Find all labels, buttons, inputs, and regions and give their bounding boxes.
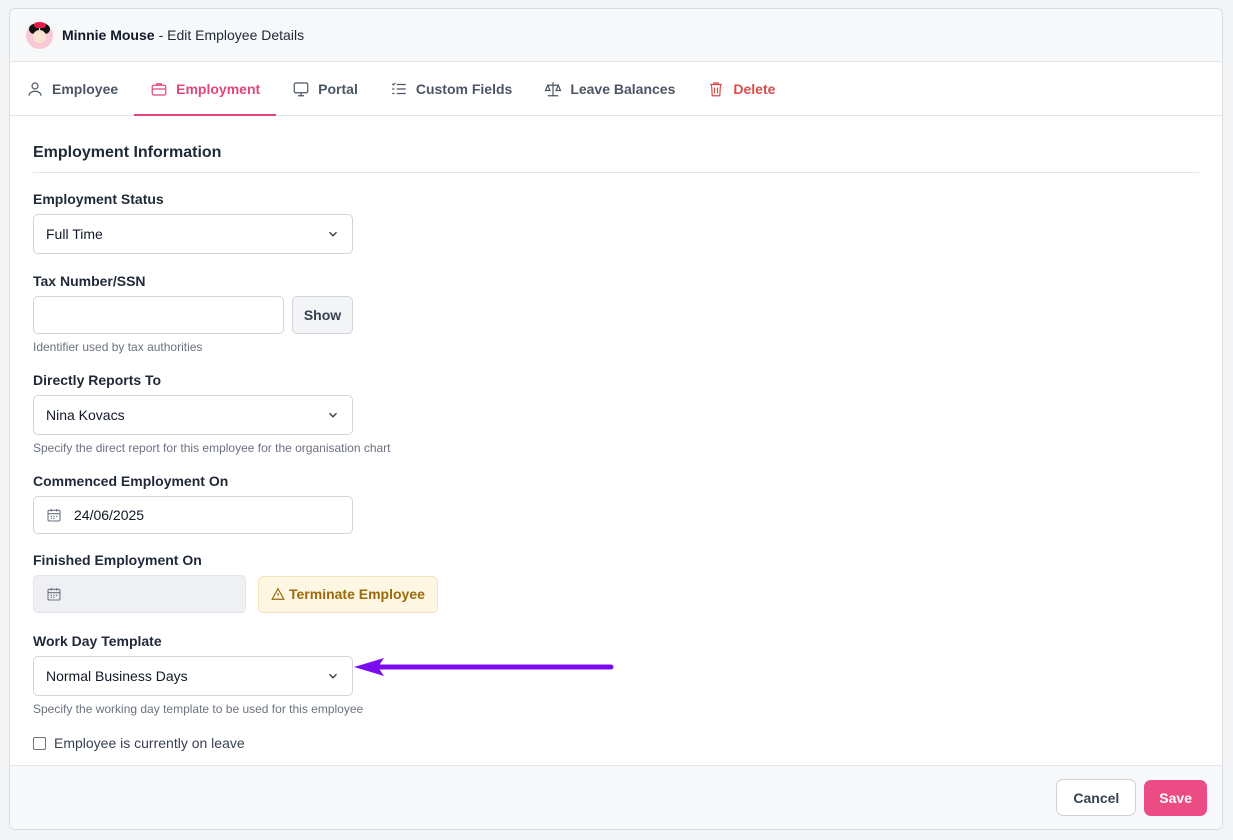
- terminate-employee-button[interactable]: Terminate Employee: [258, 575, 438, 613]
- work-day-template-label: Work Day Template: [33, 633, 162, 649]
- panel-footer: Cancel Save: [10, 765, 1222, 829]
- tab-label: Delete: [733, 80, 776, 97]
- tab-label: Employment: [176, 80, 261, 97]
- briefcase-icon: [151, 82, 167, 96]
- show-tax-number-button[interactable]: Show: [292, 296, 353, 334]
- trash-icon: [710, 81, 723, 96]
- monitor-icon: [293, 81, 309, 96]
- select-value: Nina Kovacs: [46, 407, 125, 423]
- form-content: Employment Information Employment Status…: [10, 116, 1222, 751]
- annotation-arrow-icon: [354, 658, 614, 676]
- work-day-template-select[interactable]: Normal Business Days: [33, 656, 353, 696]
- chevron-down-icon: [329, 231, 337, 237]
- calendar-icon: [47, 509, 61, 522]
- list-icon: [391, 82, 406, 94]
- reports-to-help: Specify the direct report for this emplo…: [33, 441, 391, 455]
- tab-label: Portal: [318, 80, 358, 97]
- on-leave-row[interactable]: Employee is currently on leave: [33, 735, 1199, 751]
- tab-delete[interactable]: Delete: [691, 62, 791, 115]
- tab-leave-balances[interactable]: Leave Balances: [528, 62, 691, 115]
- chevron-down-icon: [329, 673, 337, 679]
- cancel-button[interactable]: Cancel: [1056, 779, 1137, 816]
- date-value: 24/06/2025: [74, 507, 145, 523]
- section-title: Employment Information: [33, 116, 1199, 173]
- on-leave-label: Employee is currently on leave: [54, 735, 245, 751]
- warning-icon: [271, 587, 285, 600]
- page-subtitle: - Edit Employee Details: [158, 27, 305, 43]
- employment-status-label: Employment Status: [33, 191, 164, 207]
- tax-number-label: Tax Number/SSN: [33, 273, 146, 289]
- reports-to-label: Directly Reports To: [33, 372, 162, 388]
- tab-label: Custom Fields: [415, 80, 513, 97]
- tab-employment[interactable]: Employment: [134, 62, 277, 116]
- edit-employee-panel: Minnie Mouse - Edit Employee Details Emp…: [9, 8, 1223, 830]
- tab-employee[interactable]: Employee: [10, 62, 134, 115]
- tax-number-input[interactable]: [33, 296, 284, 334]
- user-icon: [28, 81, 42, 96]
- select-value: Normal Business Days: [46, 668, 188, 684]
- tab-label: Leave Balances: [570, 80, 676, 97]
- employee-name: Minnie Mouse: [62, 27, 155, 43]
- tab-custom-fields[interactable]: Custom Fields: [374, 62, 528, 115]
- tab-bar: Employee Employment Portal Custom Fields…: [10, 62, 1222, 116]
- scale-icon: [544, 81, 562, 96]
- panel-header: Minnie Mouse - Edit Employee Details: [10, 9, 1222, 62]
- tax-number-help: Identifier used by tax authorities: [33, 340, 203, 354]
- tab-label: Employee: [52, 80, 119, 97]
- select-value: Full Time: [46, 226, 103, 242]
- on-leave-checkbox[interactable]: [33, 736, 46, 750]
- tab-portal[interactable]: Portal: [276, 62, 374, 115]
- calendar-icon: [47, 588, 61, 601]
- employment-status-select[interactable]: Full Time: [33, 214, 353, 254]
- button-label: Terminate Employee: [289, 586, 425, 602]
- save-button[interactable]: Save: [1144, 779, 1207, 816]
- chevron-down-icon: [329, 412, 337, 418]
- reports-to-select[interactable]: Nina Kovacs: [33, 395, 353, 435]
- finished-label: Finished Employment On: [33, 552, 202, 568]
- work-day-template-help: Specify the working day template to be u…: [33, 702, 364, 716]
- commenced-label: Commenced Employment On: [33, 473, 229, 489]
- avatar: [26, 21, 53, 49]
- commenced-date-input[interactable]: 24/06/2025: [33, 496, 353, 534]
- finished-date-input: [33, 575, 246, 613]
